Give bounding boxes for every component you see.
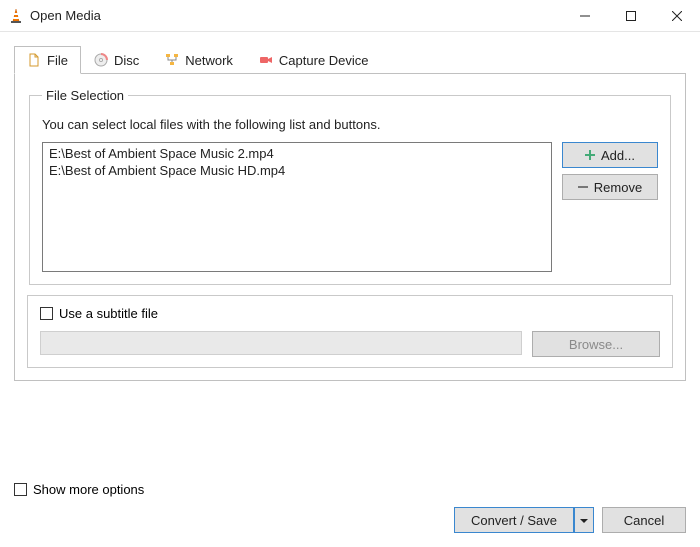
tab-disc[interactable]: Disc: [81, 46, 152, 74]
file-icon: [27, 53, 41, 67]
file-panel: File Selection You can select local file…: [14, 73, 686, 381]
file-selection-hint: You can select local files with the foll…: [42, 117, 658, 132]
subtitle-path-input: [40, 331, 522, 355]
tabs: File Disc Network Capture Device: [14, 46, 686, 74]
cancel-button[interactable]: Cancel: [602, 507, 686, 533]
capture-icon: [259, 53, 273, 67]
network-icon: [165, 53, 179, 67]
file-selection-fieldset: File Selection You can select local file…: [29, 88, 671, 285]
tab-network[interactable]: Network: [152, 46, 246, 74]
subtitle-checkbox[interactable]: [40, 307, 53, 320]
tab-capture-label: Capture Device: [279, 53, 369, 68]
convert-save-label: Convert / Save: [471, 513, 557, 528]
list-item[interactable]: E:\Best of Ambient Space Music HD.mp4: [47, 162, 547, 179]
subtitle-section: Use a subtitle file Browse...: [27, 295, 673, 368]
tab-disc-label: Disc: [114, 53, 139, 68]
remove-button[interactable]: Remove: [562, 174, 658, 200]
remove-button-label: Remove: [594, 180, 642, 195]
cancel-label: Cancel: [624, 513, 664, 528]
titlebar: Open Media: [0, 0, 700, 32]
minimize-button[interactable]: [562, 0, 608, 32]
vlc-icon: [8, 8, 24, 24]
add-button[interactable]: Add...: [562, 142, 658, 168]
minus-icon: [578, 180, 588, 195]
list-item[interactable]: E:\Best of Ambient Space Music 2.mp4: [47, 145, 547, 162]
window-title: Open Media: [30, 8, 101, 23]
more-options-checkbox[interactable]: [14, 483, 27, 496]
file-list[interactable]: E:\Best of Ambient Space Music 2.mp4 E:\…: [42, 142, 552, 272]
subtitle-checkbox-label: Use a subtitle file: [59, 306, 158, 321]
disc-icon: [94, 53, 108, 67]
convert-save-split: Convert / Save: [454, 507, 594, 533]
convert-save-dropdown[interactable]: [574, 507, 594, 533]
file-selection-legend: File Selection: [42, 88, 128, 103]
browse-button-label: Browse...: [569, 337, 623, 352]
tab-capture[interactable]: Capture Device: [246, 46, 382, 74]
plus-icon: [585, 148, 595, 163]
more-options-label: Show more options: [33, 482, 144, 497]
maximize-button[interactable]: [608, 0, 654, 32]
add-button-label: Add...: [601, 148, 635, 163]
close-button[interactable]: [654, 0, 700, 32]
convert-save-button[interactable]: Convert / Save: [454, 507, 574, 533]
tab-file[interactable]: File: [14, 46, 81, 74]
tab-file-label: File: [47, 53, 68, 68]
browse-button: Browse...: [532, 331, 660, 357]
chevron-down-icon: [580, 513, 588, 528]
tab-network-label: Network: [185, 53, 233, 68]
